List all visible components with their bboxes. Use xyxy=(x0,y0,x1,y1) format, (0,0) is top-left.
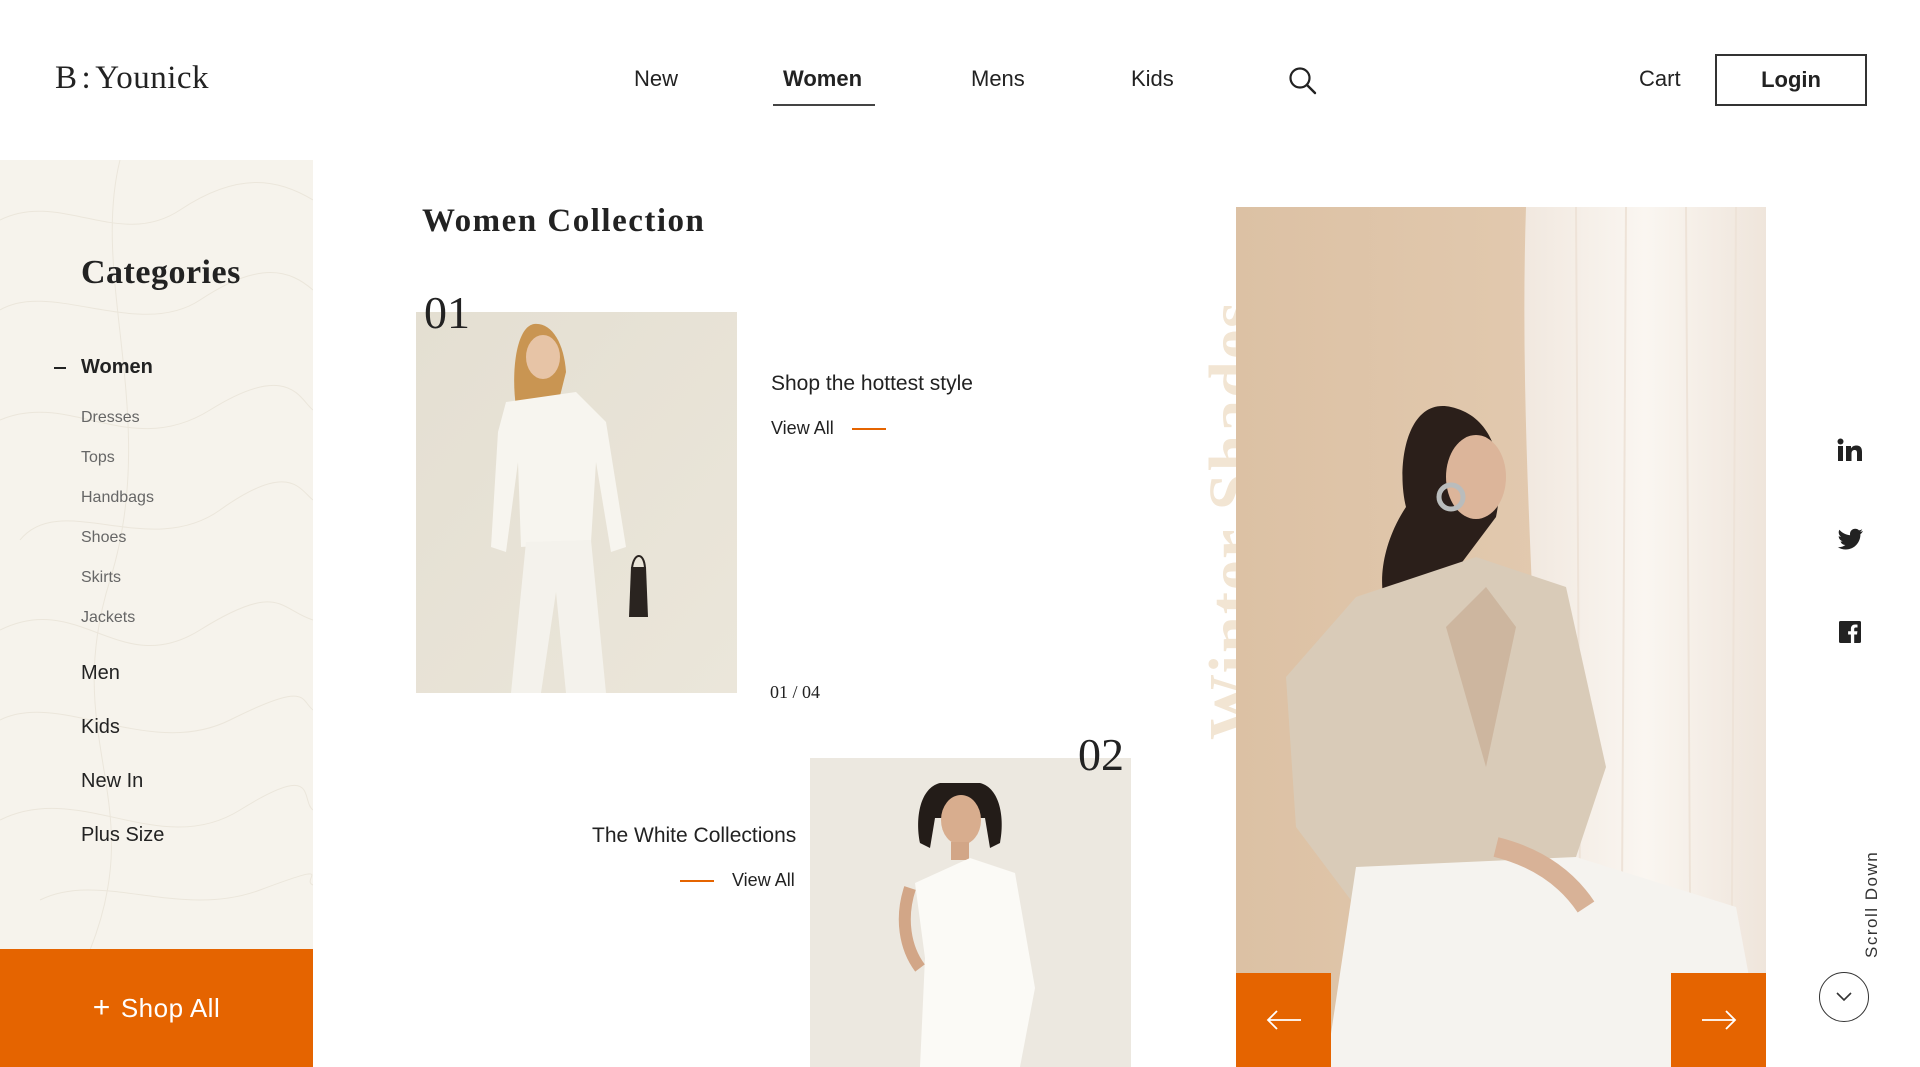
arrow-left-icon xyxy=(1266,1010,1301,1030)
subcategory-handbags[interactable]: Handbags xyxy=(81,489,154,507)
subcategory-shoes[interactable]: Shoes xyxy=(81,529,126,547)
product-image-kimono-set[interactable] xyxy=(416,312,737,693)
logo-colon: : xyxy=(81,60,92,96)
cart-link[interactable]: Cart xyxy=(1639,66,1681,92)
shop-all-button[interactable]: + Shop All xyxy=(0,949,313,1067)
slide-counter: 01 / 04 xyxy=(770,682,821,702)
scroll-down-label: Scroll Down xyxy=(1862,850,1881,958)
view-all-link[interactable]: View All xyxy=(771,418,886,439)
nav-mens[interactable]: Mens xyxy=(971,66,1025,92)
category-new-in[interactable]: New In xyxy=(81,770,143,793)
chevron-down-icon xyxy=(1836,992,1852,1002)
nav-kids[interactable]: Kids xyxy=(1131,66,1174,92)
search-icon[interactable] xyxy=(1288,66,1318,96)
facebook-icon[interactable] xyxy=(1836,618,1864,646)
category-men[interactable]: Men xyxy=(81,662,120,685)
brand-logo[interactable]: B: Younick xyxy=(55,60,209,97)
nav-new[interactable]: New xyxy=(634,66,678,92)
linkedin-icon[interactable] xyxy=(1836,436,1864,464)
previous-slide-button[interactable] xyxy=(1236,973,1331,1067)
view-all-link[interactable]: View All xyxy=(680,870,795,891)
view-all-label: View All xyxy=(771,418,834,438)
subcategory-dresses[interactable]: Dresses xyxy=(81,409,140,427)
arrow-right-icon xyxy=(1701,1010,1736,1030)
logo-name: Younick xyxy=(95,60,210,96)
shop-all-label: Shop All xyxy=(120,993,221,1023)
twitter-icon[interactable] xyxy=(1836,526,1864,554)
plus-icon: + xyxy=(92,991,111,1024)
category-kids[interactable]: Kids xyxy=(81,716,120,739)
category-plus-size[interactable]: Plus Size xyxy=(81,824,164,847)
view-all-label: View All xyxy=(732,870,795,890)
site-header: B: Younick New Women Mens Kids Cart Login xyxy=(0,0,1920,160)
card-number: 01 xyxy=(424,287,470,338)
scroll-down-button[interactable] xyxy=(1819,972,1869,1022)
card-title: The White Collections xyxy=(592,824,797,847)
page-title: Women Collection xyxy=(422,203,706,239)
orange-line-decoration xyxy=(680,879,714,882)
logo-initial: B xyxy=(55,60,78,96)
product-image-white-dress[interactable] xyxy=(810,758,1131,1067)
categories-sidebar: Categories Women Dresses Tops Handbags S… xyxy=(0,160,313,1067)
card-number: 02 xyxy=(1078,729,1124,780)
subcategory-jackets[interactable]: Jackets xyxy=(81,609,135,627)
collapse-minus-icon[interactable] xyxy=(54,367,66,369)
card-title: Shop the hottest style xyxy=(771,372,973,395)
login-button[interactable]: Login xyxy=(1715,54,1867,106)
nav-women[interactable]: Women xyxy=(783,66,862,92)
category-women[interactable]: Women xyxy=(81,356,153,379)
subcategory-tops[interactable]: Tops xyxy=(81,449,115,467)
orange-line-decoration xyxy=(851,427,886,430)
nav-active-underline xyxy=(773,104,875,106)
subcategory-skirts[interactable]: Skirts xyxy=(81,569,121,587)
hero-image xyxy=(1236,207,1766,1067)
next-slide-button[interactable] xyxy=(1671,973,1766,1067)
categories-title: Categories xyxy=(81,254,241,291)
